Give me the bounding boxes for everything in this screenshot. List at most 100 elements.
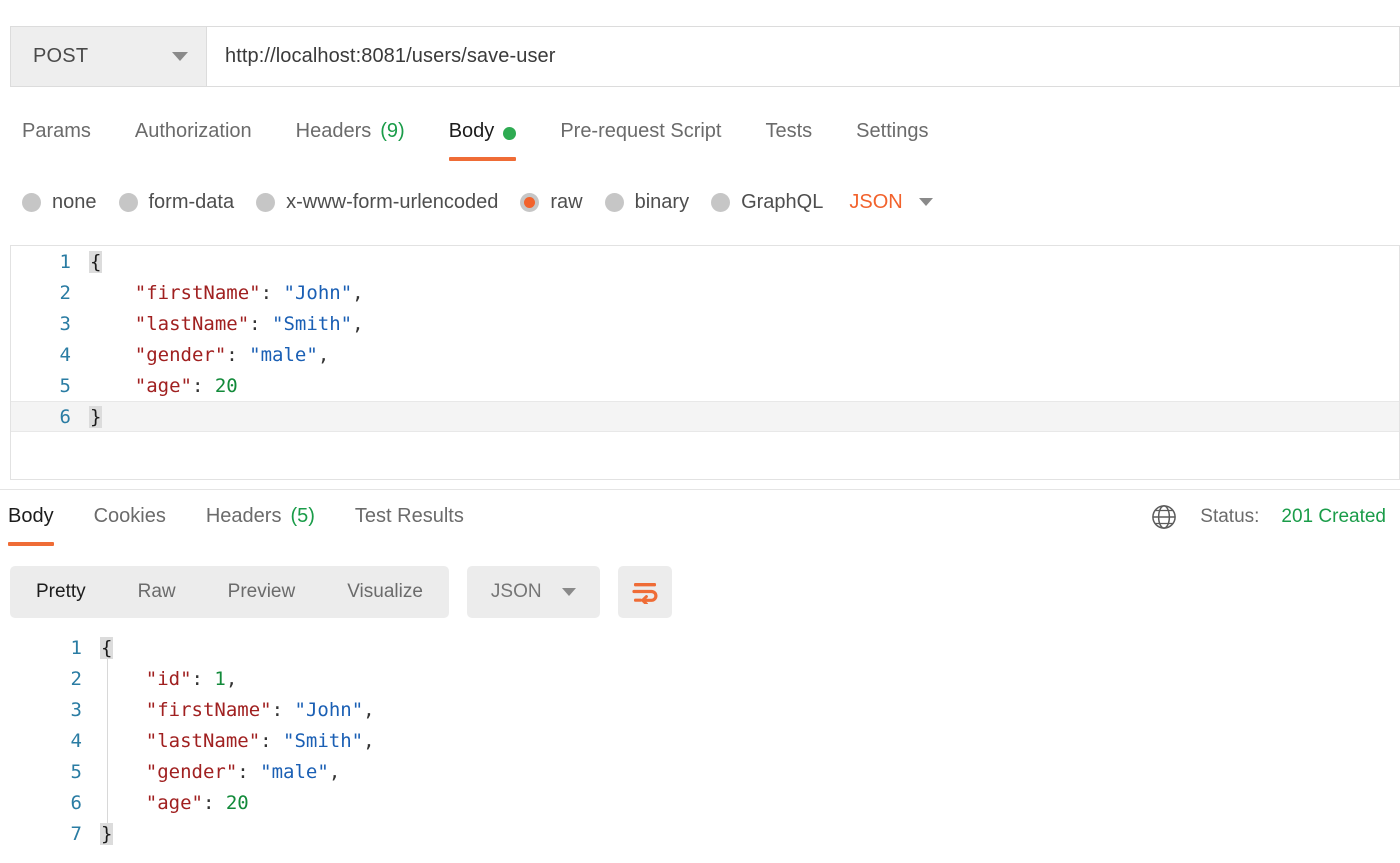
body-type-none[interactable]: none (0, 191, 97, 214)
url-text: http://localhost:8081/users/save-user (225, 45, 556, 67)
code-text: "firstName": "John", (145, 698, 375, 721)
tab-label: Headers (295, 120, 372, 142)
body-type-x-www-form-urlencoded[interactable]: x-www-form-urlencoded (234, 191, 498, 214)
response-language-dropdown[interactable]: JSON (466, 566, 600, 618)
line-number: 3 (70, 698, 82, 721)
code-line: 4 "gender": "male", (11, 339, 1399, 370)
radio-button[interactable] (118, 192, 138, 212)
active-tab-underline (448, 157, 517, 161)
body-type-label: x-www-form-urlencoded (286, 190, 499, 213)
code-line: 3 "firstName": "John", (10, 694, 1400, 725)
code-line: 6} (11, 401, 1399, 432)
request-tab-params[interactable]: Params (0, 112, 113, 164)
http-method-label: POST (33, 45, 89, 67)
code-text: "age": 20 (145, 791, 249, 814)
response-tab-body[interactable]: Body (0, 497, 74, 549)
response-view-pretty[interactable]: Pretty (10, 566, 112, 618)
line-number: 5 (70, 760, 82, 783)
body-type-binary[interactable]: binary (583, 191, 689, 214)
request-tab-bar: Params Authorization Headers (9) Body Pre-req… (0, 112, 1400, 164)
tab-label: Body (448, 120, 495, 142)
tab-label: Authorization (134, 120, 252, 142)
chevron-down-icon (918, 198, 933, 206)
line-number: 2 (70, 667, 82, 690)
code-line: 7} (10, 818, 1400, 849)
body-type-label: binary (634, 190, 690, 213)
code-line: 2 "firstName": "John", (11, 277, 1399, 308)
code-text: "id": 1, (145, 667, 238, 690)
chevron-down-icon (172, 52, 188, 61)
code-text: { (100, 636, 114, 659)
chevron-down-icon (561, 588, 576, 596)
body-type-graphql[interactable]: GraphQL (689, 191, 823, 214)
line-number: 1 (70, 636, 82, 659)
line-number: 2 (59, 281, 71, 304)
request-tab-pre-request-script[interactable]: Pre-request Script (538, 112, 743, 164)
response-tab-test-results[interactable]: Test Results (335, 497, 484, 549)
tab-label: Settings (856, 120, 929, 142)
code-line: 3 "lastName": "Smith", (11, 308, 1399, 339)
request-language-dropdown[interactable]: JSON (823, 190, 933, 214)
response-tab-headers[interactable]: Headers (5) (186, 497, 335, 549)
code-text: "firstName": "John", (134, 281, 364, 304)
body-type-raw[interactable]: raw (498, 190, 583, 214)
status-badge: 201 Created (1281, 506, 1386, 527)
tab-label: Params (22, 120, 91, 142)
http-method-dropdown[interactable]: POST (10, 26, 206, 87)
body-type-label: none (52, 190, 97, 213)
line-number: 7 (70, 822, 82, 845)
response-status-area: Status: 201 Created (1150, 503, 1386, 531)
code-text: "gender": "male", (134, 343, 330, 366)
line-number: 5 (59, 374, 71, 397)
body-type-label: GraphQL (741, 190, 824, 213)
tab-label: Tests (765, 120, 813, 142)
active-tab-underline (8, 542, 54, 546)
code-line: 6 "age": 20 (10, 787, 1400, 818)
code-text: { (89, 250, 103, 273)
line-number: 4 (59, 343, 71, 366)
line-number: 6 (59, 405, 71, 428)
body-type-form-data[interactable]: form-data (97, 191, 234, 214)
request-body-editor[interactable]: 1{2 "firstName": "John", 3 "lastName": "S… (10, 245, 1400, 480)
line-number: 6 (70, 791, 82, 814)
request-tab-body[interactable]: Body (427, 112, 539, 164)
radio-button[interactable] (604, 192, 624, 212)
word-wrap-button[interactable] (617, 566, 672, 618)
code-text: } (89, 405, 103, 428)
code-line: 5 "gender": "male", (10, 756, 1400, 787)
body-type-label: raw (550, 190, 583, 213)
response-body-viewer[interactable]: 1{2 "id": 1, 3 "firstName": "John", 4 "las… (10, 632, 1400, 863)
request-tab-tests[interactable]: Tests (743, 112, 834, 164)
response-tab-cookies[interactable]: Cookies (74, 497, 186, 549)
code-text: "gender": "male", (145, 760, 341, 783)
tab-label: Headers (205, 505, 282, 527)
request-language-label: JSON (849, 190, 903, 213)
line-number: 3 (59, 312, 71, 335)
request-tab-headers[interactable]: Headers (9) (274, 112, 427, 164)
tab-label: Test Results (354, 505, 464, 527)
request-tab-settings[interactable]: Settings (834, 112, 950, 164)
code-text: "lastName": "Smith", (145, 729, 375, 752)
response-view-raw[interactable]: Raw (112, 566, 202, 618)
response-view-toolbar: Pretty Raw Preview Visualize JSON (10, 566, 672, 618)
response-view-preview[interactable]: Preview (202, 566, 322, 618)
radio-button[interactable] (520, 192, 540, 212)
tab-count: (5) (290, 505, 315, 527)
request-tab-authorization[interactable]: Authorization (113, 112, 274, 164)
panel-divider (0, 489, 1400, 490)
body-type-radio-group: none form-data x-www-form-urlencoded raw bin… (0, 180, 1400, 224)
tab-label: Pre-request Script (560, 120, 722, 142)
response-view-visualize[interactable]: Visualize (321, 566, 449, 618)
code-line: 5 "age": 20 (11, 370, 1399, 401)
code-text: } (100, 822, 114, 845)
url-bar: POST http://localhost:8081/users/save-us… (10, 26, 1400, 87)
tab-label: Body (8, 505, 54, 527)
code-line: 1{ (10, 632, 1400, 663)
tab-count: (9) (380, 120, 405, 142)
line-number: 4 (70, 729, 82, 752)
radio-button[interactable] (256, 192, 276, 212)
radio-button[interactable] (22, 192, 41, 212)
postman-request-response-view: POST http://localhost:8081/users/save-us… (0, 0, 1400, 863)
radio-button[interactable] (711, 192, 731, 212)
url-input[interactable]: http://localhost:8081/users/save-user (206, 26, 1400, 87)
